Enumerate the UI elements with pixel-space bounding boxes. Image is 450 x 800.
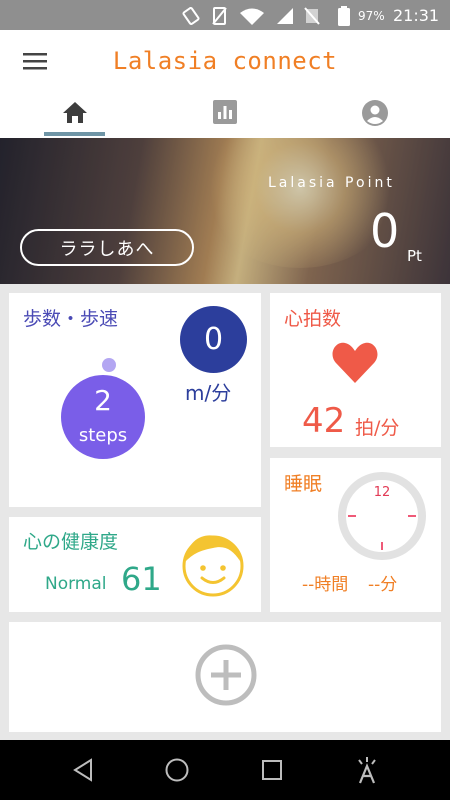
point-value: 0: [370, 204, 400, 258]
vibrate-icon: [182, 7, 200, 25]
sleep-minutes: --分: [368, 575, 398, 595]
battery-icon: [338, 6, 350, 26]
heart-rate-title: 心拍数: [284, 308, 342, 330]
font-size-icon: [358, 757, 376, 784]
no-sim-icon: [212, 7, 227, 25]
smiley-face-icon: [182, 535, 244, 597]
heart-icon: [332, 342, 378, 383]
app-title: Lalasia connect: [112, 47, 338, 75]
clock-twelve-label: 12: [374, 485, 391, 500]
add-circle-icon[interactable]: [194, 643, 258, 707]
app-bar: Lalasia connect: [0, 30, 450, 138]
home-button[interactable]: [162, 756, 192, 784]
signal-icon: [277, 8, 293, 24]
steps-title: 歩数・歩速: [23, 308, 119, 330]
steps-circle: 2 steps: [61, 375, 145, 459]
recents-icon: [262, 760, 282, 780]
status-icons: [180, 6, 350, 26]
point-label: Lalasia Point: [268, 175, 395, 191]
tab-chart[interactable]: [150, 92, 300, 138]
point-unit: Pt: [407, 247, 422, 265]
tab-account[interactable]: [300, 92, 450, 138]
status-bar: 97% 21:31: [0, 0, 450, 30]
walking-speed-unit: m/分: [185, 381, 232, 405]
tab-indicator: [44, 132, 105, 136]
sleep-title: 睡眠: [284, 473, 323, 495]
mental-health-title: 心の健康度: [23, 531, 119, 553]
clock-icon: 12: [338, 472, 426, 560]
heart-rate-card[interactable]: 心拍数 42 拍/分: [270, 293, 441, 447]
back-icon: [73, 758, 92, 782]
hero-banner: ララしあへ Lalasia Point 0 Pt: [0, 138, 450, 284]
mental-health-score: 61: [121, 560, 162, 598]
recents-button[interactable]: [257, 756, 287, 784]
system-nav-bar: [0, 740, 450, 800]
steps-card[interactable]: 歩数・歩速 0 m/分 2 steps: [9, 293, 261, 507]
heart-rate-unit: 拍/分: [355, 417, 400, 439]
sleep-hours: --時間: [302, 575, 349, 595]
home-icon: [63, 102, 87, 123]
heart-rate-value: 42: [302, 401, 346, 441]
wifi-icon: [240, 8, 264, 25]
account-circle-icon: [362, 100, 388, 126]
walking-speed-value: 0: [180, 306, 247, 373]
mental-health-status: Normal: [45, 574, 107, 594]
bar-chart-icon: [213, 100, 237, 124]
status-time: 21:31: [393, 6, 440, 25]
data-off-icon: [304, 7, 320, 25]
battery-percent: 97%: [358, 9, 385, 23]
lalashiahe-button[interactable]: ララしあへ: [20, 229, 194, 266]
mental-health-card[interactable]: 心の健康度 Normal 61: [9, 517, 261, 612]
steps-indicator-dot: [102, 358, 116, 372]
add-widget-card: [9, 622, 441, 732]
back-button[interactable]: [68, 756, 98, 784]
steps-label: steps: [78, 425, 128, 446]
home-circle-icon: [165, 758, 189, 782]
accessibility-button[interactable]: [352, 756, 382, 784]
sleep-card[interactable]: 睡眠 12 --時間 --分: [270, 458, 441, 612]
steps-value: 2: [94, 384, 112, 417]
